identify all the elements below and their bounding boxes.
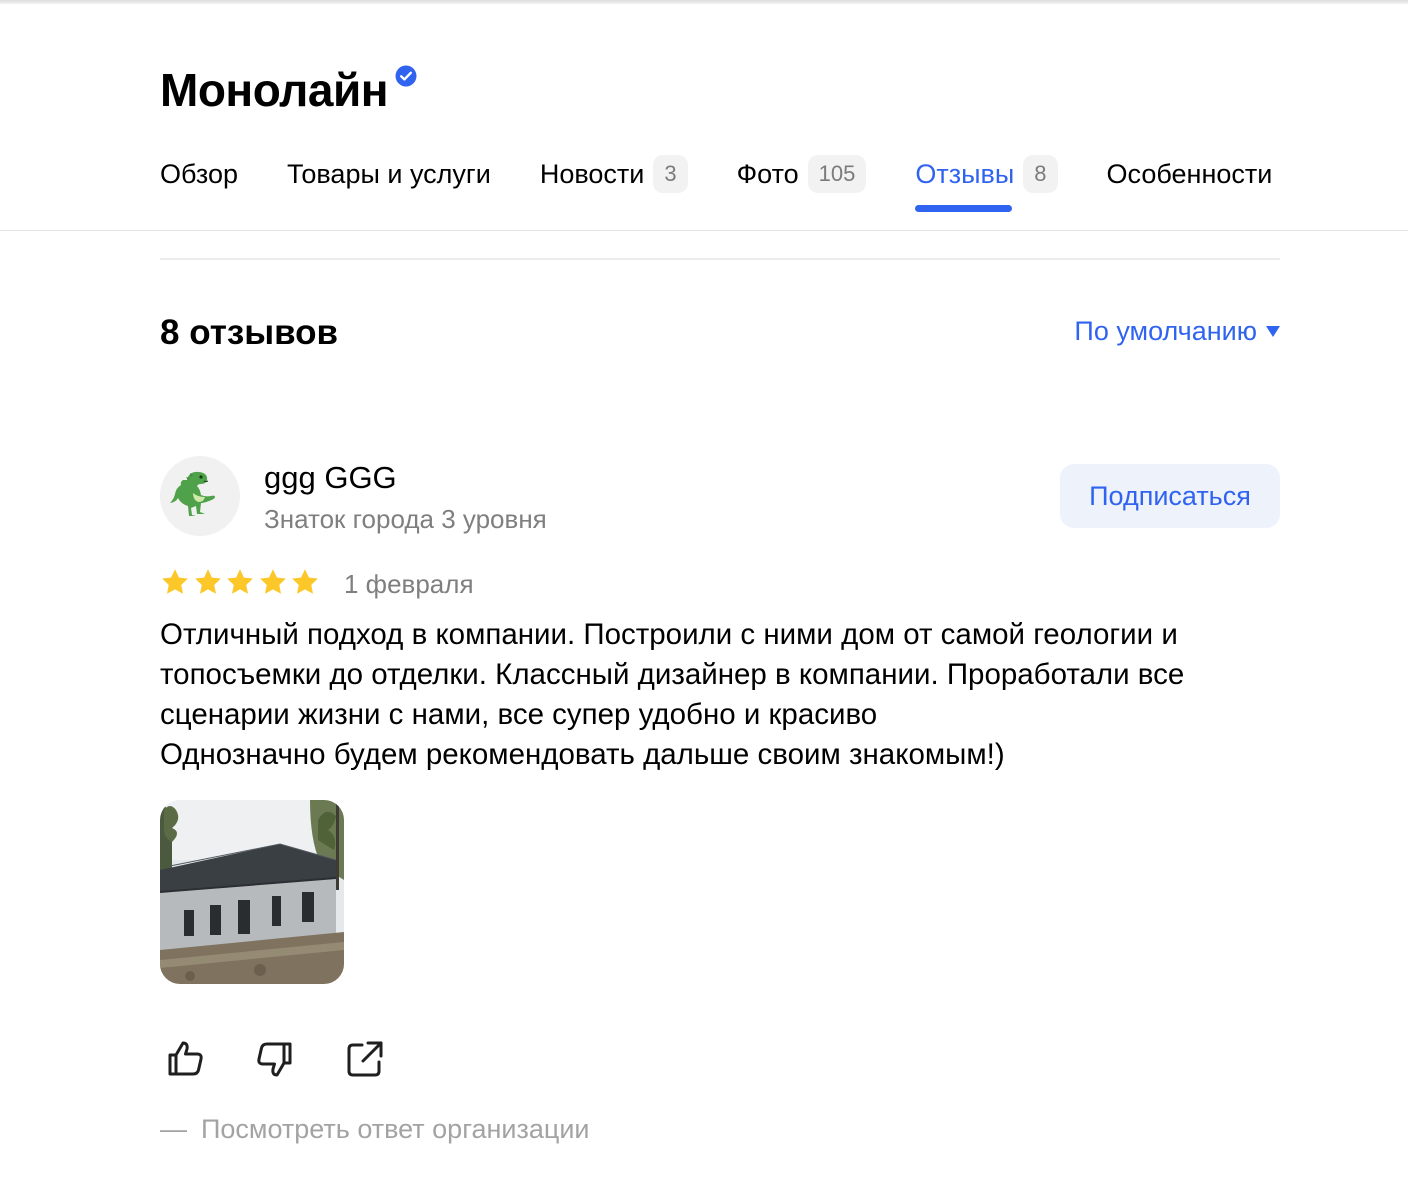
dinosaur-icon [170, 471, 215, 516]
tab-label: Фото [736, 158, 799, 189]
review-text-line: Однозначно будем рекомендовать дальше св… [160, 738, 1005, 771]
tab-count-badge: 8 [1023, 155, 1058, 193]
like-button[interactable] [160, 1034, 210, 1084]
tab-products-services[interactable]: Товары и услуги [287, 150, 491, 198]
sort-label: По умолчанию [1074, 316, 1257, 346]
review-text-line: сценарии жизни с нами, все супер удобно … [160, 698, 878, 731]
tab-label: Товары и услуги [286, 158, 491, 189]
tab-label: Обзор [160, 158, 238, 189]
review-photo[interactable] [160, 800, 344, 984]
tab-features[interactable]: Особенности [1107, 150, 1273, 198]
top-shadow-rule [0, 0, 1408, 4]
verified-check-icon [395, 65, 417, 87]
review-actions [160, 1034, 430, 1084]
tab-photos[interactable]: Фото 105 [737, 150, 867, 198]
tabs-divider [0, 230, 1408, 231]
org-tabs: Обзор Товары и услуги Новости 3 Фото 105 О… [160, 150, 1321, 212]
star-icon [259, 569, 286, 594]
view-org-answer-link[interactable]: — Посмотреть ответ организации [160, 1112, 589, 1146]
review-text-line: Отличный подход в компании. Построили с … [160, 618, 1178, 651]
org-header: Монолайн [160, 62, 417, 118]
active-tab-underline [915, 205, 1012, 212]
author-name[interactable]: ggg GGG [264, 460, 397, 496]
review-date: 1 февраля [344, 569, 474, 599]
star-icon [227, 569, 253, 594]
share-button[interactable] [340, 1034, 390, 1084]
content-divider [160, 258, 1280, 260]
view-org-answer-label: Посмотреть ответ организации [201, 1114, 590, 1144]
caret-down-icon [1266, 326, 1280, 337]
tab-label: Новости [539, 158, 645, 189]
share-icon [347, 1041, 383, 1077]
star-icon [162, 569, 188, 594]
star-icon [194, 569, 221, 594]
thumbs-up-icon [168, 1041, 203, 1076]
sort-dropdown[interactable]: По умолчанию [1074, 316, 1280, 347]
review-text: Отличный подход в компании. Построили с … [160, 615, 1290, 775]
subscribe-button[interactable]: Подписаться [1060, 464, 1280, 528]
author-level: Знаток города 3 уровня [264, 504, 547, 534]
thumbs-down-icon [257, 1042, 292, 1077]
rating-stars [160, 567, 323, 597]
house-photo-image [160, 800, 344, 984]
reviews-count-heading: 8 отзывов [160, 313, 339, 352]
review-text-line: топосъемки до отделки. Классный дизайнер… [160, 658, 1185, 691]
tab-reviews[interactable]: Отзывы 8 [915, 150, 1058, 212]
tab-label: Отзывы [915, 158, 1015, 189]
dash-text: — [160, 1114, 187, 1144]
tab-count-badge: 105 [807, 155, 867, 193]
tab-count-badge: 3 [653, 155, 688, 193]
tab-overview[interactable]: Обзор [160, 150, 238, 198]
tab-news[interactable]: Новости 3 [540, 150, 688, 198]
avatar[interactable] [160, 456, 240, 536]
dislike-button[interactable] [250, 1034, 300, 1084]
tab-label: Особенности [1106, 158, 1273, 189]
org-title: Монолайн [160, 64, 389, 116]
star-icon [292, 569, 318, 594]
